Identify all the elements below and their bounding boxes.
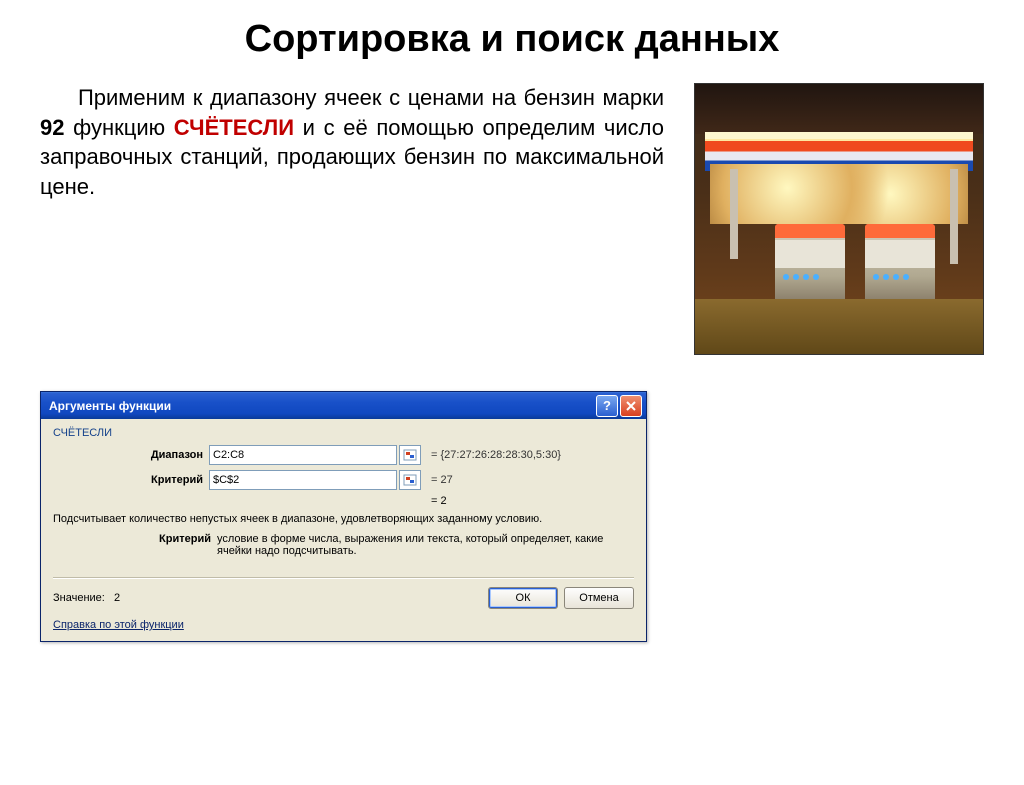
help-button[interactable]: ? <box>596 395 618 417</box>
text-p1: Применим к диапазону ячеек с ценами на б… <box>78 85 664 110</box>
slide-title: Сортировка и поиск данных <box>0 18 1024 61</box>
value-result: 2 <box>114 592 120 604</box>
value-label: Значение: 2 <box>53 592 120 604</box>
text-92: 92 <box>40 115 64 140</box>
result-preview: = 2 <box>431 495 634 507</box>
close-button[interactable] <box>620 395 642 417</box>
range-ref-button[interactable] <box>399 445 421 465</box>
cancel-button[interactable]: Отмена <box>564 587 634 609</box>
function-arguments-dialog: Аргументы функции ? СЧЁТЕСЛИ Диапазон = … <box>40 391 647 642</box>
collapse-icon <box>403 449 417 461</box>
criteria-preview: = 27 <box>431 474 453 486</box>
close-icon <box>626 401 636 411</box>
gas-station-image <box>694 83 984 355</box>
arg-desc-label: Критерий <box>53 533 217 557</box>
range-preview: = {27:27:26:28:28:30,5:30} <box>431 449 561 461</box>
criteria-input[interactable] <box>209 470 397 490</box>
range-label: Диапазон <box>53 449 209 461</box>
function-name: СЧЁТЕСЛИ <box>53 427 634 439</box>
range-input[interactable] <box>209 445 397 465</box>
criteria-label: Критерий <box>53 474 209 486</box>
criteria-ref-button[interactable] <box>399 470 421 490</box>
dialog-titlebar[interactable]: Аргументы функции ? <box>41 392 646 419</box>
dialog-title: Аргументы функции <box>49 399 171 413</box>
text-p2: функцию <box>64 115 173 140</box>
collapse-icon <box>403 474 417 486</box>
text-func: СЧЁТЕСЛИ <box>174 115 294 140</box>
body-paragraph: Применим к диапазону ячеек с ценами на б… <box>40 83 664 355</box>
function-description: Подсчитывает количество непустых ячеек в… <box>53 513 634 525</box>
arg-desc-text: условие в форме числа, выражения или тек… <box>217 533 634 557</box>
ok-button[interactable]: ОК <box>488 587 558 609</box>
help-link[interactable]: Справка по этой функции <box>53 619 634 631</box>
